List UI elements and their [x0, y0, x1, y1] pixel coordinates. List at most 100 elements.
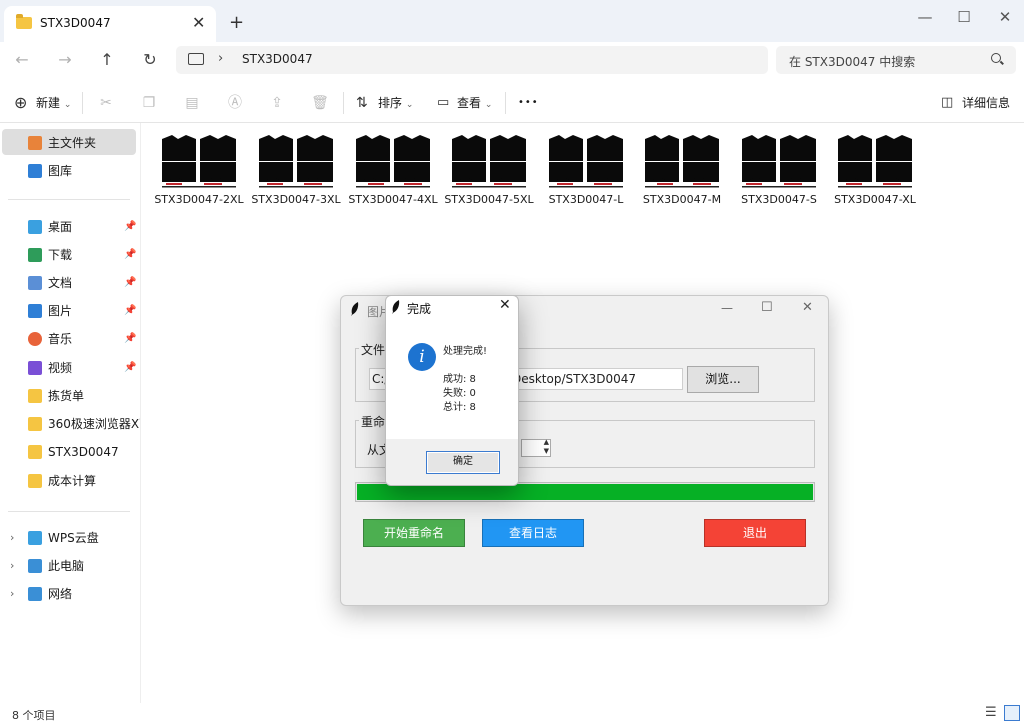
sidebar-item-13[interactable]: › WPS云盘: [0, 524, 138, 552]
rename-icon[interactable]: Ⓐ: [226, 94, 244, 112]
sidebar-item-3[interactable]: 桌面 📌: [0, 213, 138, 241]
app-close-button[interactable]: ✕: [802, 300, 813, 315]
file-item[interactable]: STX3D0047-S: [733, 130, 825, 210]
file-name: STX3D0047-4XL: [348, 193, 438, 206]
pin-icon: 📌: [124, 277, 137, 288]
sidebar-separator: [8, 199, 130, 200]
pin-icon: 📌: [124, 333, 137, 344]
paste-icon[interactable]: ▤: [183, 94, 201, 112]
videos-icon: [28, 361, 42, 375]
delete-icon[interactable]: 🗑: [311, 94, 329, 112]
details-button[interactable]: 详细信息: [962, 92, 1010, 114]
desktop-icon: [28, 220, 42, 234]
file-item[interactable]: STX3D0047-3XL: [250, 130, 342, 210]
dialog-title: 完成: [407, 302, 432, 316]
file-name: STX3D0047-XL: [834, 193, 916, 206]
pin-icon: 📌: [124, 249, 137, 260]
browse-button[interactable]: 浏览...: [687, 366, 759, 393]
folder-icon: [28, 417, 42, 431]
view-icon: ▭: [437, 95, 450, 110]
progress-fill: [357, 484, 813, 500]
file-item[interactable]: STX3D0047-XL: [829, 130, 921, 210]
maximize-button[interactable]: ☐: [941, 4, 987, 32]
pictures-icon: [28, 304, 42, 318]
sidebar-item-4[interactable]: 下载 📌: [0, 241, 138, 269]
network-icon: [28, 587, 42, 601]
back-button[interactable]: ←: [8, 48, 36, 72]
app-minimize-button[interactable]: —: [721, 301, 733, 315]
sidebar-item-6[interactable]: 图片 📌: [0, 297, 138, 325]
gallery-icon: [28, 164, 42, 178]
more-button[interactable]: •••: [518, 92, 539, 114]
music-icon: [28, 332, 42, 346]
sidebar-item-9[interactable]: 拣货单: [0, 382, 138, 410]
breadcrumb-chevron[interactable]: ›: [218, 51, 223, 66]
ok-button[interactable]: 确定: [426, 451, 500, 474]
folder-icon: [28, 389, 42, 403]
image-thumbnail: [354, 133, 432, 189]
dialog-heading: 处理完成!: [443, 346, 488, 357]
start-rename-button[interactable]: 开始重命名: [363, 519, 465, 547]
tab-title: STX3D0047: [40, 16, 111, 30]
app-maximize-button[interactable]: ☐: [761, 300, 773, 315]
folder-icon: [28, 474, 42, 488]
close-window-button[interactable]: ✕: [982, 4, 1024, 32]
details-view-icon[interactable]: ☰: [985, 705, 997, 720]
tab-close-button[interactable]: ✕: [192, 13, 205, 32]
sidebar-item-11[interactable]: STX3D0047: [0, 438, 138, 466]
image-thumbnail: [450, 133, 528, 189]
large-icons-view-icon[interactable]: [1004, 705, 1020, 721]
rename-spinbox[interactable]: ▲ ▼: [521, 438, 551, 457]
sidebar-item-15[interactable]: › 网络: [0, 580, 138, 608]
expand-chevron-icon[interactable]: ›: [10, 524, 14, 552]
share-icon[interactable]: ⇪: [268, 94, 286, 112]
sidebar-item-label: 此电脑: [48, 559, 85, 573]
feather-icon: [351, 302, 359, 316]
completion-dialog: 完成 ✕ i 处理完成! 成功: 8 失败: 0 总计: 8 确定: [385, 295, 519, 486]
exit-button[interactable]: 退出: [704, 519, 806, 547]
sidebar-item-14[interactable]: › 此电脑: [0, 552, 138, 580]
dialog-close-button[interactable]: ✕: [499, 297, 511, 313]
sidebar-item-7[interactable]: 音乐 📌: [0, 325, 138, 353]
copy-icon[interactable]: ❐: [140, 94, 158, 112]
expand-chevron-icon[interactable]: ›: [10, 580, 14, 608]
file-item[interactable]: STX3D0047-4XL: [347, 130, 439, 210]
search-input[interactable]: 在 STX3D0047 中搜索: [789, 53, 915, 70]
success-count: 成功: 8: [443, 374, 476, 385]
forward-button[interactable]: →: [51, 48, 79, 72]
computer-icon: [28, 559, 42, 573]
sidebar-item-5[interactable]: 文档 📌: [0, 269, 138, 297]
new-button[interactable]: 新建 ⌄: [36, 92, 71, 114]
view-log-button[interactable]: 查看日志: [482, 519, 584, 547]
sidebar-item-8[interactable]: 视频 📌: [0, 354, 138, 382]
sidebar-item-12[interactable]: 成本计算: [0, 467, 138, 495]
expand-chevron-icon[interactable]: ›: [10, 552, 14, 580]
file-item[interactable]: STX3D0047-L: [540, 130, 632, 210]
address-bar[interactable]: › STX3D0047: [176, 46, 768, 74]
sidebar-item-1[interactable]: 主文件夹: [0, 129, 138, 157]
new-tab-button[interactable]: +: [229, 12, 244, 33]
sidebar-separator: [8, 511, 130, 512]
total-count: 总计: 8: [443, 402, 476, 413]
home-icon: [28, 136, 42, 150]
file-item[interactable]: STX3D0047-5XL: [443, 130, 535, 210]
image-thumbnail: [836, 133, 914, 189]
file-item[interactable]: STX3D0047-M: [636, 130, 728, 210]
documents-icon: [28, 276, 42, 290]
cut-icon[interactable]: ✂: [97, 94, 115, 112]
breadcrumb-folder[interactable]: STX3D0047: [242, 52, 313, 66]
image-thumbnail: [740, 133, 818, 189]
up-button[interactable]: ↑: [93, 48, 121, 72]
view-button[interactable]: 查看 ⌄: [457, 92, 492, 114]
refresh-button[interactable]: ↻: [136, 48, 164, 72]
status-bar: 8 个项目 ☰: [0, 703, 1024, 725]
sidebar-item-2[interactable]: 图库: [0, 157, 138, 185]
search-box[interactable]: 在 STX3D0047 中搜索: [776, 46, 1016, 74]
sidebar-item-label: 网络: [48, 587, 73, 601]
tab-stx3d0047[interactable]: STX3D0047 ✕: [4, 6, 216, 42]
sidebar-item-10[interactable]: 360极速浏览器X下: [0, 410, 140, 438]
file-item[interactable]: STX3D0047-2XL: [153, 130, 245, 210]
spin-arrows-icon[interactable]: ▲ ▼: [544, 438, 549, 456]
sort-button[interactable]: 排序 ⌄: [378, 92, 413, 114]
image-thumbnail: [547, 133, 625, 189]
